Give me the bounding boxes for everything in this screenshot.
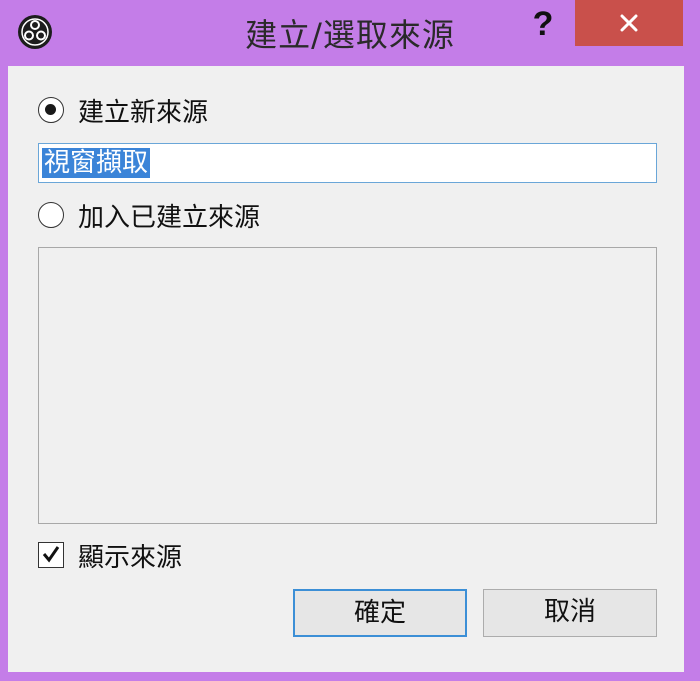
dialog-body: 建立新來源 視窗擷取 加入已建立來源 顯示來源 確定 取消 — [8, 66, 684, 672]
close-button[interactable] — [575, 0, 683, 46]
existing-sources-list[interactable] — [38, 247, 657, 524]
checkmark-icon — [42, 546, 60, 563]
create-new-radio[interactable] — [38, 97, 64, 123]
add-existing-label: 加入已建立來源 — [78, 202, 261, 233]
dialog-window: 建立/選取來源 ? 建立新來源 視窗擷取 加入已建立來源 顯示來源 確定 取消 — [0, 0, 700, 681]
source-name-value: 視窗擷取 — [42, 148, 151, 178]
title-bar[interactable]: 建立/選取來源 ? — [0, 0, 700, 66]
visible-source-checkbox[interactable] — [38, 542, 64, 568]
create-new-option[interactable]: 建立新來源 — [38, 92, 208, 128]
cancel-button[interactable]: 取消 — [483, 589, 657, 637]
source-name-input[interactable]: 視窗擷取 — [38, 143, 657, 183]
help-button[interactable]: ? — [525, 4, 561, 44]
add-existing-radio[interactable] — [38, 202, 64, 228]
visible-source-option[interactable]: 顯示來源 — [38, 537, 182, 573]
close-icon — [620, 14, 638, 32]
create-new-label: 建立新來源 — [78, 97, 209, 128]
ok-button[interactable]: 確定 — [293, 589, 467, 637]
add-existing-option[interactable]: 加入已建立來源 — [38, 197, 260, 233]
visible-source-label: 顯示來源 — [78, 542, 183, 573]
